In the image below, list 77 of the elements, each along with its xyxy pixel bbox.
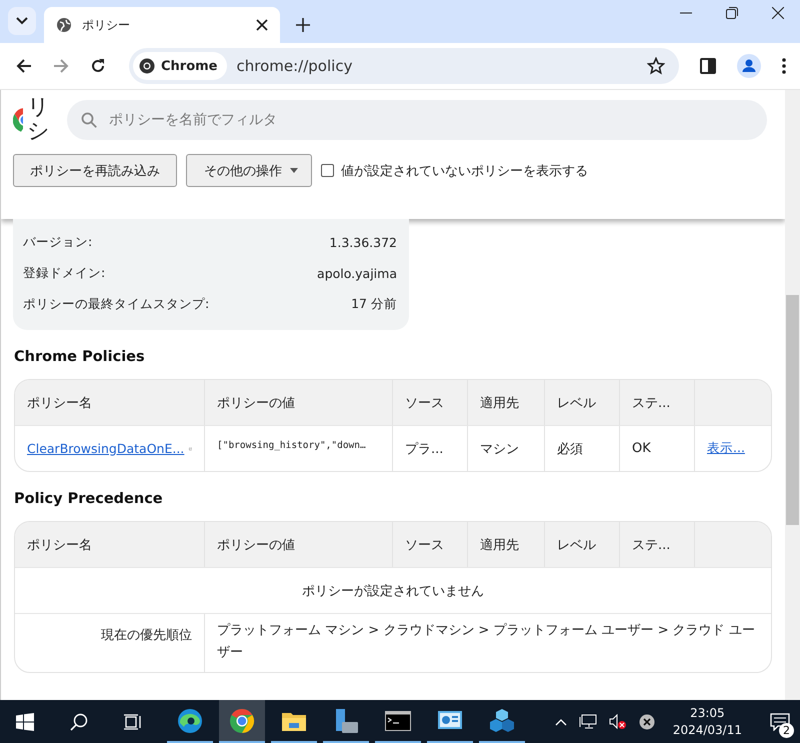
notification-count: 2 [779,723,794,738]
side-panel-icon[interactable] [700,58,716,74]
chevron-down-icon [16,17,28,25]
close-icon[interactable] [772,7,784,19]
policy-name-link[interactable]: ClearBrowsingDataOnE... [27,441,184,456]
network-icon[interactable] [578,714,597,730]
avatar-icon[interactable] [737,54,761,78]
control-panel-icon [437,710,463,732]
scrollbar-thumb[interactable] [786,295,799,525]
show-more-link[interactable]: 表示... [707,440,745,457]
table-cell: プラットフォーム マシン > クラウドマシン > プラットフォーム ユーザー > クラウド ユーザー [204,614,771,672]
page-title: リシ [27,96,49,144]
chrome-logo-icon [229,708,255,734]
error-icon[interactable] [638,714,655,730]
table-cell-text: 現在の優先順位 [100,627,193,645]
reload-policies-button[interactable]: ポリシーを再読み込み [13,154,177,187]
menu-icon[interactable] [782,58,786,74]
column-header: 適用先 [467,380,544,425]
column-header: レベル [544,380,619,425]
column-header: ポリシー名 [26,394,93,412]
windows-start-icon[interactable] [16,712,34,730]
info-label: 登録ドメイン: [23,265,106,282]
info-value: 1.3.36.372 [329,235,397,250]
column-header: ソース [392,380,467,425]
table-cell: プラ... [392,426,467,471]
search-icon[interactable] [70,712,88,730]
column-header: ポリシーの値 [204,380,392,425]
taskbar-app[interactable] [219,700,265,743]
star-icon[interactable] [647,57,665,75]
filter-field[interactable]: ポリシーを名前でフィルタ [67,100,767,140]
terminal-icon [385,710,411,730]
time-text: 23:05 [690,704,725,722]
checkbox-label: 値が設定されていないポリシーを表示する [341,162,588,180]
tab-title: ポリシー [82,16,131,34]
caret-icon [290,168,298,173]
info-value: 17 分前 [351,296,397,313]
column-header: 適用先 [467,522,544,567]
tab-search-button[interactable] [8,7,36,35]
search-icon [81,112,97,128]
empty-message: ポリシーが設定されていません [302,582,484,600]
browser-tab[interactable]: ポリシー [44,7,280,43]
column-header: ソース [392,522,467,567]
muted-speaker-icon[interactable] [608,714,627,730]
reload-icon[interactable] [90,58,106,74]
more-actions-button[interactable]: その他の操作 [186,154,312,187]
url-text: chrome://policy [236,57,354,75]
column-header: ステ... [619,380,694,425]
server-icon [333,708,359,734]
cubes-icon [489,708,515,734]
back-icon[interactable] [16,58,32,74]
task-view-icon[interactable] [124,712,142,730]
new-tab-icon[interactable] [296,18,310,32]
site-chip[interactable]: Chrome [133,52,227,80]
info-label: バージョン: [23,234,92,251]
info-value: apolo.yajima [317,266,397,281]
forward-icon[interactable] [53,58,69,74]
restore-icon[interactable] [726,7,738,19]
swirl-icon [177,708,203,734]
clock[interactable]: 23:05 2024/03/11 [666,704,748,738]
table-cell: 必須 [544,426,619,471]
section-heading: Policy Precedence [14,491,164,507]
checkbox[interactable] [321,164,334,177]
table-cell: OK [619,426,694,471]
column-header: レベル [544,522,619,567]
address-bar[interactable]: Chrome chrome://policy [129,48,679,84]
date-text: 2024/03/11 [672,722,742,738]
section-heading: Chrome Policies [14,349,146,365]
chrome-logo-icon [139,58,155,74]
column-header: ポリシーの値 [204,522,392,567]
column-header: ステ... [619,522,694,567]
chrome-logo-icon [13,108,23,132]
column-header: ポリシー名 [26,536,93,554]
table-cell: マシン [467,426,544,471]
table-cell: ["browsing_history","down… [204,426,392,471]
close-icon[interactable] [256,19,268,31]
info-label: ポリシーの最終タイムスタンプ: [23,296,210,313]
chevron-up-icon[interactable] [554,718,567,726]
